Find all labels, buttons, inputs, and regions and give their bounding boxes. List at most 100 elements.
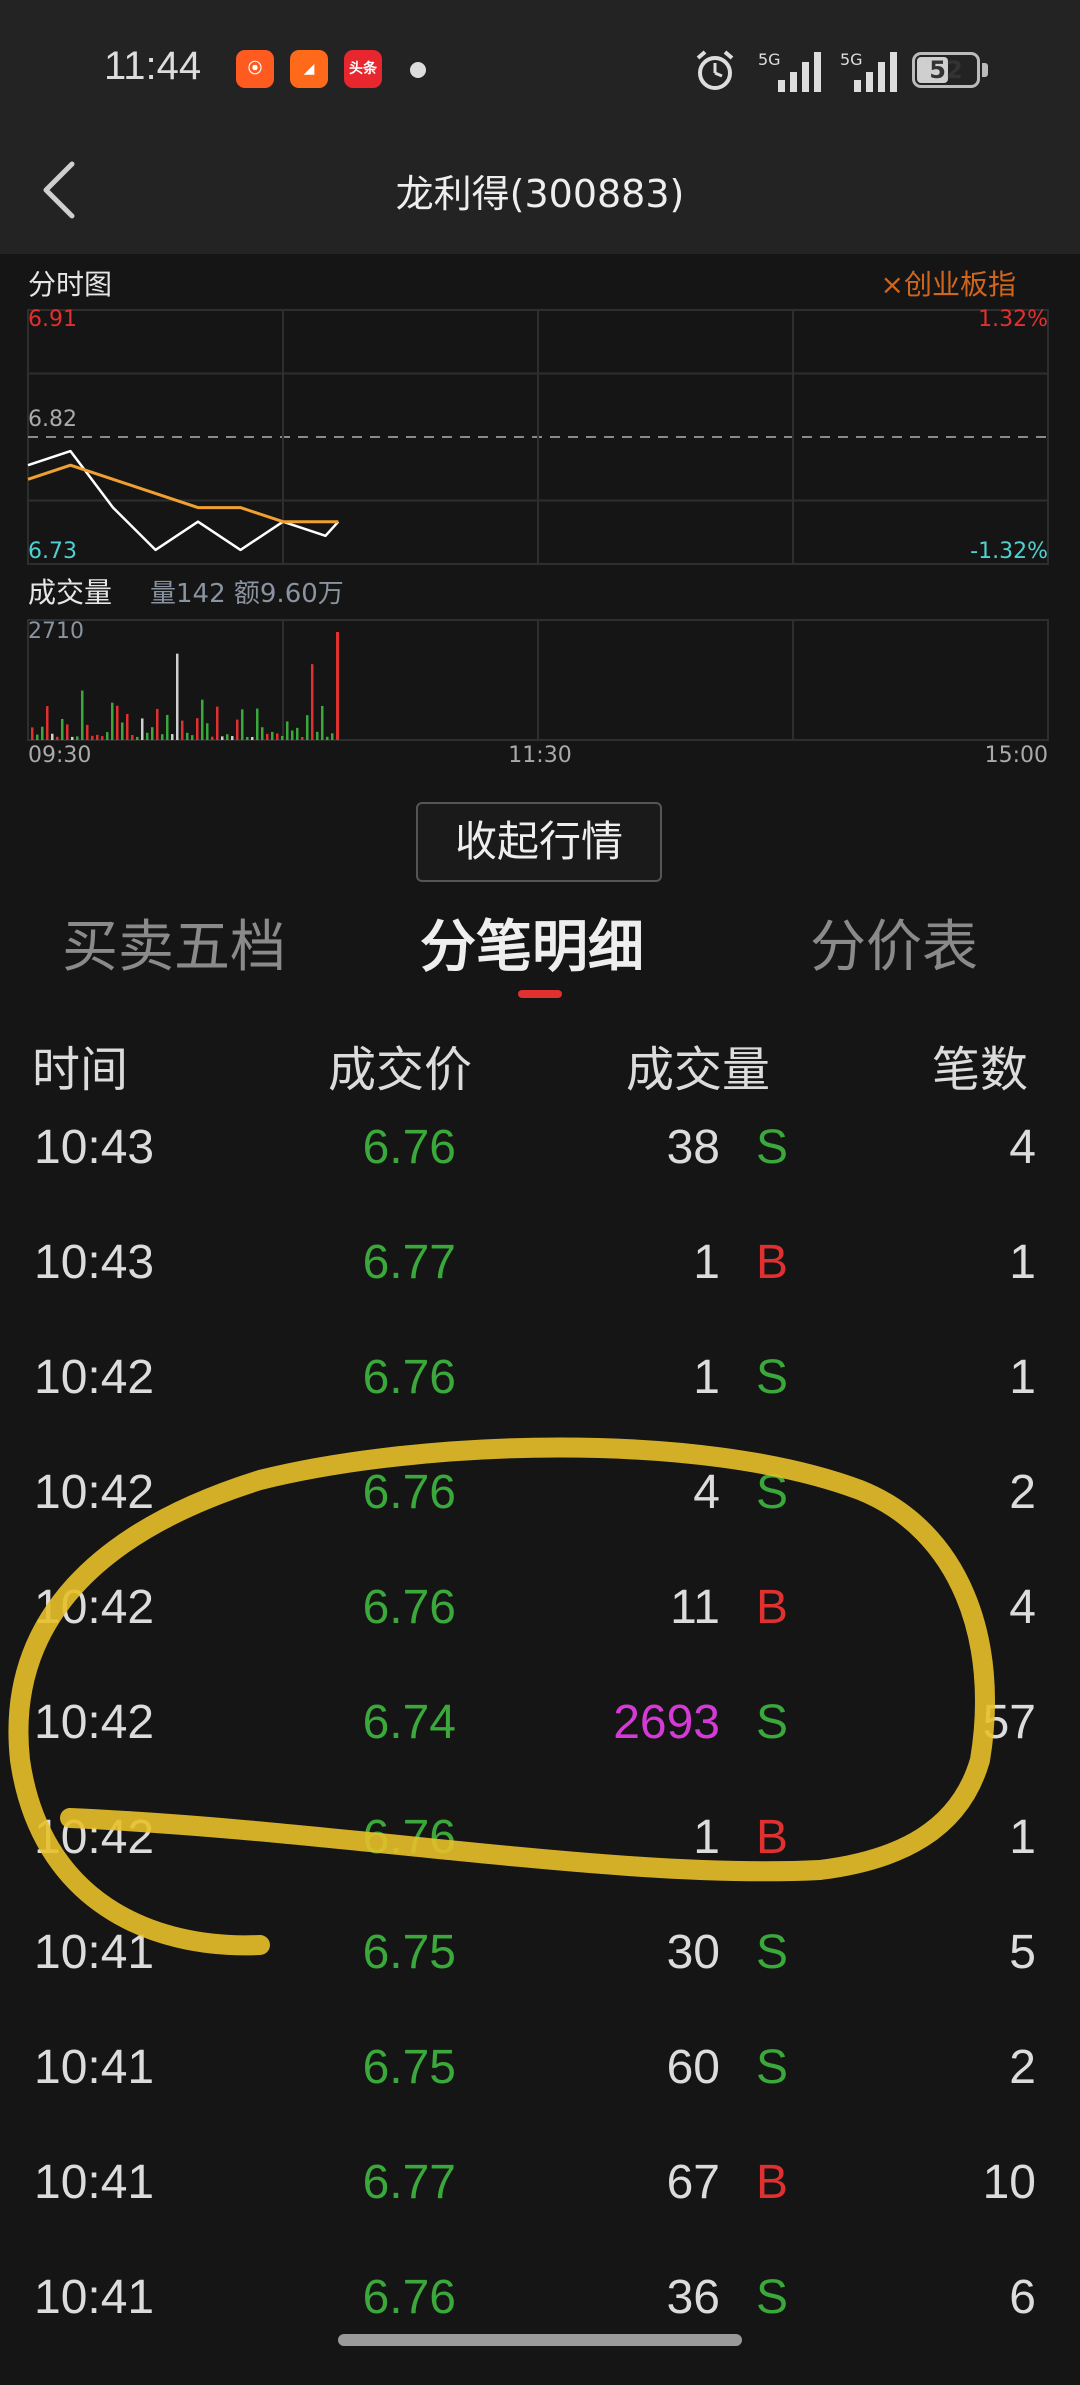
volume-bar <box>306 715 309 740</box>
row-count: 5 <box>1009 1926 1036 1979</box>
battery-icon: 52 <box>912 52 980 88</box>
volume-bar <box>46 706 49 740</box>
volume-bar <box>166 714 169 740</box>
row-side: B <box>755 1236 788 1289</box>
row-side: S <box>755 2271 788 2324</box>
table-row: 10:42 6.76 1 S 1 <box>0 1350 1080 1465</box>
row-volume: 1 <box>693 1236 720 1289</box>
col-header-time: 时间 <box>32 1042 129 1098</box>
row-volume: 1 <box>693 1351 720 1404</box>
volume-bar <box>286 721 289 740</box>
row-time: 10:42 <box>34 1466 155 1519</box>
volume-bar <box>291 730 294 740</box>
table-row: 10:42 6.76 11 B 4 <box>0 1580 1080 1695</box>
row-side: S <box>755 1121 788 1174</box>
volume-bar <box>156 708 159 740</box>
volume-bar <box>271 731 274 740</box>
volume-bar <box>76 736 79 740</box>
row-side: S <box>755 1351 788 1404</box>
chart-section-label: 分时图 <box>28 268 112 301</box>
pct-low-label: -1.32% <box>970 539 1048 564</box>
row-price: 6.74 <box>362 1696 456 1749</box>
tab-order-book[interactable]: 买卖五档 <box>62 902 286 983</box>
notification-dot-icon <box>410 62 426 78</box>
volume-label: 成交量 <box>28 576 112 609</box>
row-volume: 60 <box>666 2041 720 2094</box>
volume-bar <box>186 732 189 740</box>
price-high-label: 6.91 <box>28 307 77 332</box>
row-time: 10:42 <box>34 1351 155 1404</box>
row-volume: 1 <box>693 1811 720 1864</box>
volume-bar <box>41 726 44 740</box>
row-side: S <box>755 1696 788 1749</box>
volume-bar <box>191 735 194 740</box>
row-price: 6.76 <box>362 1466 456 1519</box>
volume-bar <box>296 727 299 740</box>
home-indicator[interactable] <box>338 2334 742 2346</box>
volume-bar <box>226 734 229 740</box>
table-row: 10:41 6.76 36 S 6 <box>0 2270 1080 2385</box>
row-time: 10:42 <box>34 1696 155 1749</box>
toutiao-icon: 头条 <box>344 50 382 88</box>
row-count: 57 <box>982 1696 1036 1749</box>
volume-bar <box>241 709 244 740</box>
row-count: 1 <box>1009 1351 1036 1404</box>
row-side: B <box>755 2156 788 2209</box>
volume-bar <box>216 706 219 740</box>
row-price: 6.76 <box>362 1581 456 1634</box>
volume-bar <box>236 719 239 740</box>
table-row: 10:41 6.75 60 S 2 <box>0 2040 1080 2155</box>
row-side: S <box>755 1926 788 1979</box>
battery-cap <box>982 63 988 77</box>
volume-bar <box>136 736 139 740</box>
price-low-label: 6.73 <box>28 539 77 564</box>
volume-bar <box>281 735 284 740</box>
row-time: 10:41 <box>34 1926 155 1979</box>
row-volume: 30 <box>666 1926 720 1979</box>
row-side: S <box>755 1466 788 1519</box>
table-row: 10:42 6.76 1 B 1 <box>0 1810 1080 1925</box>
volume-bar <box>316 731 319 740</box>
row-time: 10:42 <box>34 1811 155 1864</box>
row-count: 4 <box>1009 1121 1036 1174</box>
table-row: 10:41 6.75 30 S 5 <box>0 1925 1080 2040</box>
row-count: 4 <box>1009 1581 1036 1634</box>
table-row: 10:42 6.74 2693 S 57 <box>0 1695 1080 1810</box>
table-row: 10:43 6.77 1 B 1 <box>0 1235 1080 1350</box>
row-side: B <box>755 1811 788 1864</box>
volume-bar <box>91 735 94 740</box>
volume-bar <box>231 736 234 740</box>
volume-bar <box>206 723 209 740</box>
row-time: 10:43 <box>34 1236 155 1289</box>
volume-bar <box>126 713 129 740</box>
row-time: 10:41 <box>34 2156 155 2209</box>
volume-bar <box>116 705 119 740</box>
row-time: 10:41 <box>34 2271 155 2324</box>
row-price: 6.76 <box>362 1351 456 1404</box>
signal-bars-1-icon <box>778 52 821 92</box>
row-price: 6.76 <box>362 1121 456 1174</box>
row-price: 6.75 <box>362 2041 456 2094</box>
tab-price-table[interactable]: 分价表 <box>810 902 978 983</box>
row-time: 10:42 <box>34 1581 155 1634</box>
collapse-quotes-button[interactable]: 收起行情 <box>416 802 662 882</box>
compare-index-button[interactable]: ×创业板指 <box>881 268 1016 301</box>
volume-bar <box>111 702 114 740</box>
volume-bar <box>36 734 39 740</box>
volume-bar <box>301 736 304 740</box>
tab-tick-details[interactable]: 分笔明细 <box>420 902 644 983</box>
row-volume: 2693 <box>613 1696 720 1749</box>
volume-bar <box>121 722 124 740</box>
page-title: 龙利得(300883) <box>395 172 685 216</box>
price-mid-label: 6.82 <box>28 407 77 432</box>
intraday-chart[interactable]: 分时图 ×创业板指 6.91 6.82 6.73 1.32% -1.32% 成交… <box>0 254 1080 784</box>
col-header-count: 笔数 <box>932 1042 1029 1098</box>
volume-bar <box>256 708 259 740</box>
volume-bar <box>326 736 329 740</box>
volume-bar <box>146 732 149 740</box>
row-time: 10:41 <box>34 2041 155 2094</box>
volume-bar <box>81 690 84 740</box>
volume-bar <box>96 734 99 740</box>
col-header-price: 成交价 <box>328 1042 473 1098</box>
volume-bar <box>56 736 59 740</box>
